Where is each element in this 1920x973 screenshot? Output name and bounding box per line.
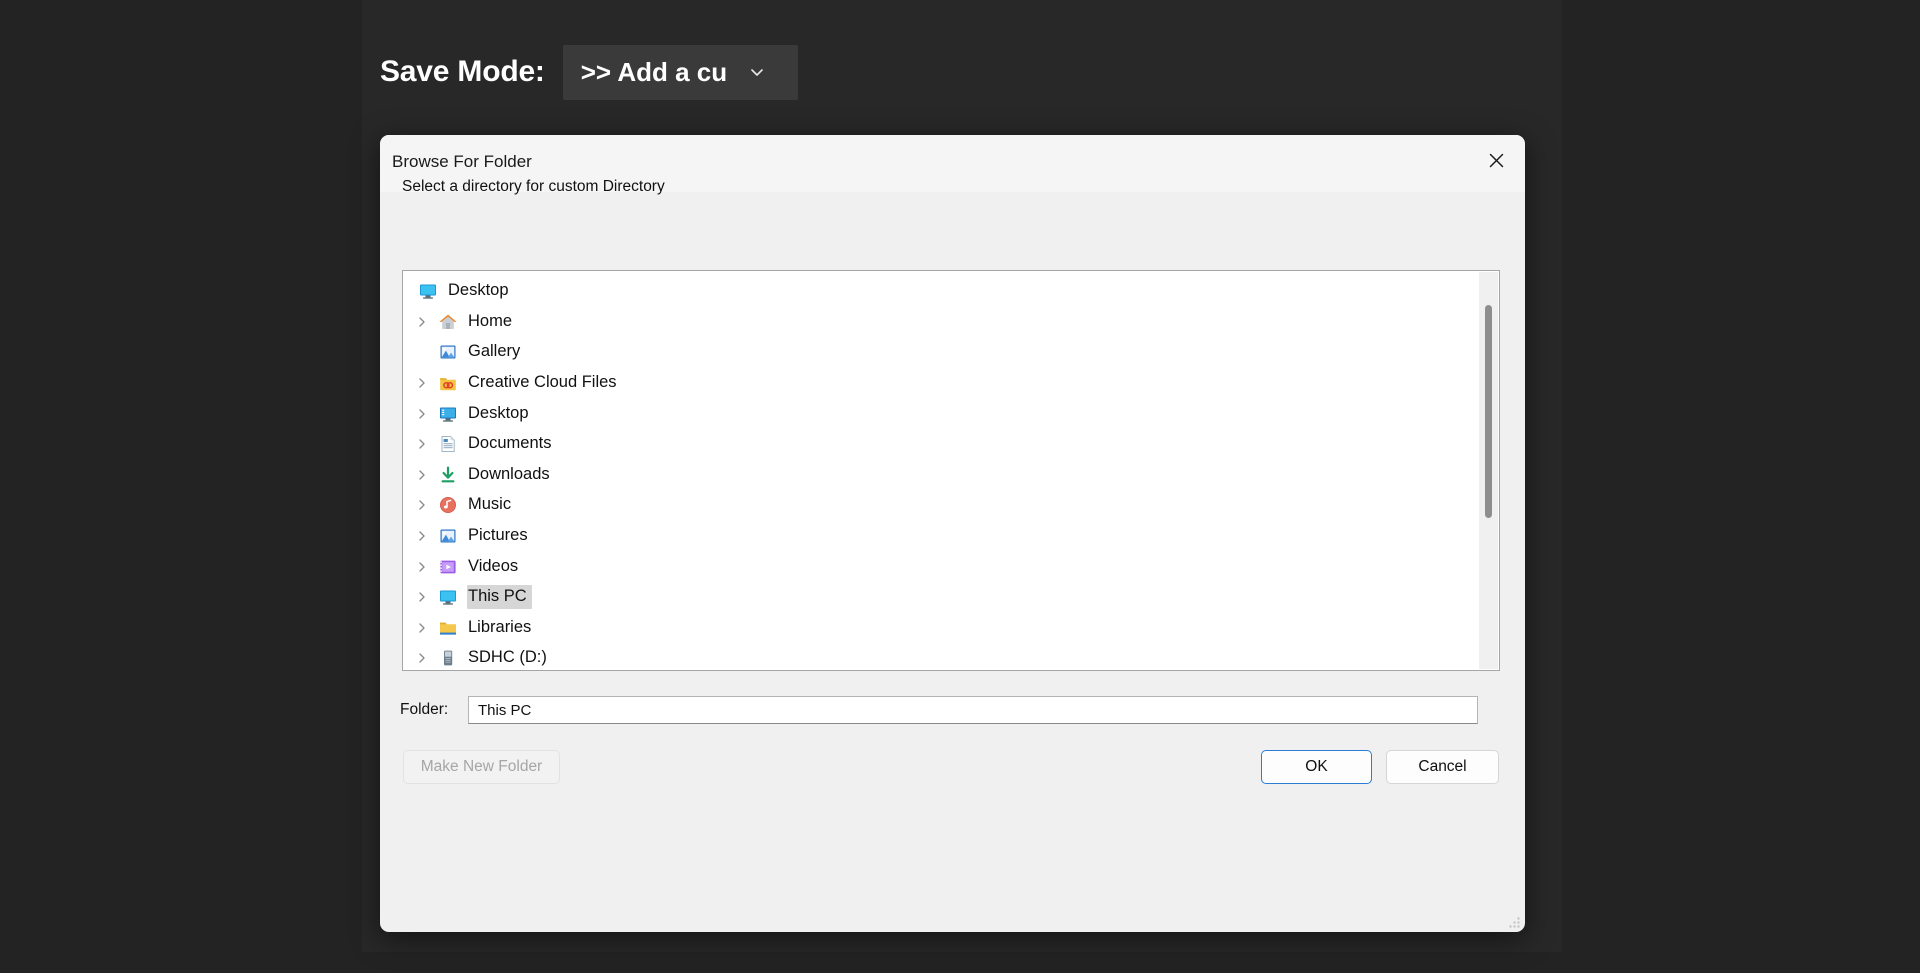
tree-item-label: Home (467, 310, 517, 334)
pictures-icon (435, 525, 461, 547)
chevron-right-icon[interactable] (408, 399, 435, 429)
desktop-monitor-icon (415, 280, 441, 302)
chevron-right-icon[interactable] (408, 368, 435, 398)
documents-icon (435, 433, 461, 455)
chevron-right-icon[interactable] (408, 521, 435, 551)
libraries-folder-icon (435, 617, 461, 639)
tree-item-label: Music (467, 493, 516, 517)
tree-item-gallery[interactable]: Gallery (403, 337, 1499, 368)
tree-item-label: Downloads (467, 463, 555, 487)
chevron-right-icon[interactable] (408, 460, 435, 490)
videos-icon (435, 556, 461, 578)
tree-item-music[interactable]: Music (403, 490, 1499, 521)
dialog-subtitle: Select a directory for custom Directory (402, 178, 665, 196)
tree-item-label: Pictures (467, 524, 533, 548)
tree-item-label: Gallery (467, 340, 525, 364)
close-icon[interactable] (1467, 135, 1525, 185)
tree-item-home[interactable]: Home (403, 307, 1499, 338)
tree-item-pictures[interactable]: Pictures (403, 521, 1499, 552)
tree-item-creative-cloud-files[interactable]: Creative Cloud Files (403, 368, 1499, 399)
chevron-right-icon[interactable] (408, 643, 435, 671)
save-mode-selected-value: >> Add a cu (581, 57, 727, 88)
folder-label: Folder: (400, 701, 468, 719)
this-pc-icon (435, 586, 461, 608)
tree-item-label: Creative Cloud Files (467, 371, 622, 395)
tree-item-desktop[interactable]: Desktop (403, 276, 1499, 307)
tree-item-libraries[interactable]: Libraries (403, 613, 1499, 644)
tree-item-documents[interactable]: Documents (403, 429, 1499, 460)
folder-input[interactable]: This PC (468, 696, 1478, 724)
save-mode-label: Save Mode: (380, 55, 545, 89)
tree-item-downloads[interactable]: Downloads (403, 460, 1499, 491)
dialog-button-row: Make New Folder OK Cancel (380, 750, 1525, 790)
ok-button[interactable]: OK (1261, 750, 1372, 784)
tree-indent-spacer (408, 337, 435, 367)
tree-item-label: Libraries (467, 616, 536, 640)
tree-item-label: Documents (467, 432, 556, 456)
folder-tree-box: Desktop Home Gallery Creative Cloud Files De… (402, 270, 1500, 671)
dialog-title: Browse For Folder (392, 152, 532, 172)
tree-item-videos[interactable]: Videos (403, 551, 1499, 582)
gallery-image-icon (435, 341, 461, 363)
folder-tree-list: Desktop Home Gallery Creative Cloud Files De… (403, 271, 1499, 671)
downloads-icon (435, 464, 461, 486)
chevron-down-icon (749, 64, 765, 80)
cancel-button[interactable]: Cancel (1386, 750, 1499, 784)
chevron-right-icon[interactable] (408, 307, 435, 337)
tree-item-label: Videos (467, 555, 523, 579)
tree-item-label: Desktop (447, 279, 514, 303)
chevron-right-icon[interactable] (408, 582, 435, 612)
tree-item-label: This PC (467, 585, 532, 609)
sdhc-drive-icon (435, 647, 461, 669)
tree-scrollbar-thumb[interactable] (1485, 305, 1492, 518)
tree-item-label: Desktop (467, 402, 534, 426)
folder-row: Folder: This PC (380, 696, 1525, 724)
save-mode-row: Save Mode: >> Add a cu (380, 40, 798, 104)
chevron-right-icon[interactable] (408, 552, 435, 582)
music-icon (435, 494, 461, 516)
desktop-folder-icon (435, 403, 461, 425)
resize-grip-icon[interactable] (1508, 916, 1521, 929)
home-icon (435, 311, 461, 333)
save-mode-dropdown[interactable]: >> Add a cu (563, 45, 798, 100)
make-new-folder-button[interactable]: Make New Folder (403, 750, 560, 784)
chevron-right-icon[interactable] (408, 429, 435, 459)
tree-item-this-pc[interactable]: This PC (403, 582, 1499, 613)
chevron-right-icon[interactable] (408, 613, 435, 643)
browse-for-folder-dialog: Browse For Folder Select a directory for… (380, 135, 1525, 932)
tree-scrollbar-track[interactable] (1479, 272, 1498, 669)
tree-item-label: SDHC (D:) (467, 646, 552, 670)
chevron-right-icon[interactable] (408, 490, 435, 520)
creative-cloud-icon (435, 372, 461, 394)
tree-item-sdhc-d[interactable]: SDHC (D:) (403, 643, 1499, 671)
tree-item-desktop[interactable]: Desktop (403, 398, 1499, 429)
